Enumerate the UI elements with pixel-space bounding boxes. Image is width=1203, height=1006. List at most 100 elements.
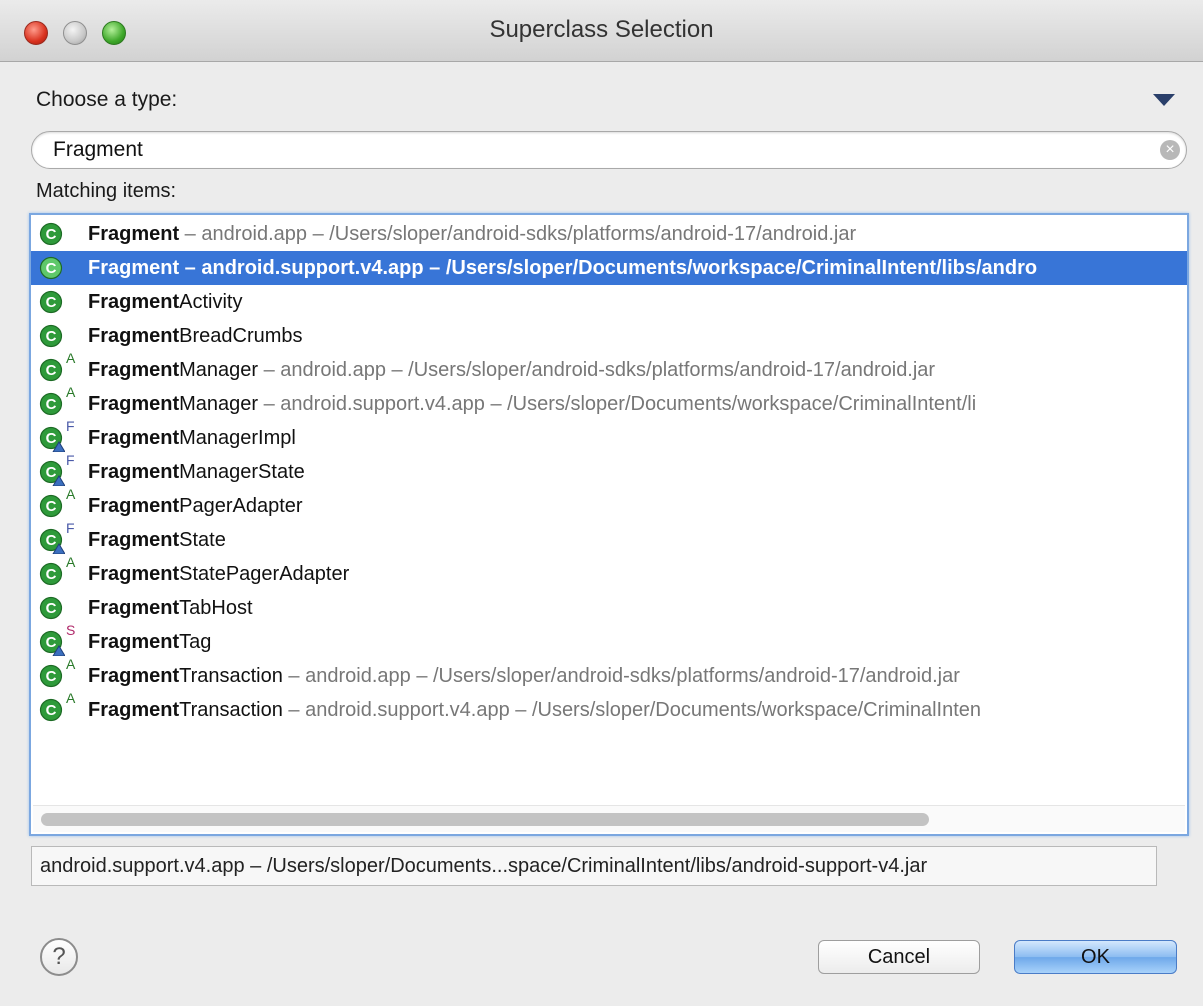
type-name-rest: State <box>179 529 226 551</box>
type-name: Fragment – android.app – /Users/sloper/a… <box>88 217 856 251</box>
svg-text:C: C <box>46 566 57 583</box>
type-list-item[interactable]: C A FragmentManager – android.support.v4.a… <box>31 387 1187 421</box>
type-list-item[interactable]: C Fragment – android.support.v4.app – /Us… <box>31 251 1187 285</box>
choose-type-label: Choose a type: <box>36 88 178 111</box>
type-list-item[interactable]: C FragmentTabHost <box>31 591 1187 625</box>
type-package-detail: – android.support.v4.app – /Users/sloper… <box>179 257 1038 279</box>
type-name-match: Fragment <box>88 699 180 721</box>
modifier-overlay-icon: A <box>66 557 76 570</box>
type-name: FragmentManager – android.support.v4.app… <box>88 387 976 421</box>
type-name-rest: ManagerState <box>179 461 305 483</box>
type-name: FragmentTabHost <box>88 591 253 625</box>
svg-text:C: C <box>46 226 57 243</box>
search-input-value[interactable]: Fragment <box>53 138 143 162</box>
type-list-item[interactable]: C A FragmentStatePagerAdapter <box>31 557 1187 591</box>
horizontal-scrollbar[interactable] <box>33 805 1185 832</box>
type-list-item[interactable]: C A FragmentManager – android.app – /Users… <box>31 353 1187 387</box>
type-package-detail: – android.support.v4.app – /Users/sloper… <box>258 393 977 415</box>
type-list-item[interactable]: C F FragmentManagerImpl <box>31 421 1187 455</box>
modifier-overlay-icon: A <box>66 693 76 706</box>
svg-text:C: C <box>46 260 57 277</box>
type-list-item[interactable]: C Fragment – android.app – /Users/sloper/… <box>31 217 1187 251</box>
modifier-overlay-icon: F <box>66 421 75 434</box>
type-name-rest: ManagerImpl <box>179 427 296 449</box>
type-name-rest: Manager <box>179 393 259 415</box>
type-name-match: Fragment <box>88 461 180 483</box>
type-name-rest: Transaction <box>179 699 283 721</box>
svg-text:C: C <box>46 498 57 515</box>
type-name-rest: Activity <box>179 291 243 313</box>
type-name-rest: StatePagerAdapter <box>179 563 350 585</box>
type-name-match: Fragment <box>88 495 180 517</box>
type-name-match: Fragment <box>88 427 180 449</box>
modifier-overlay-icon: A <box>66 353 76 366</box>
type-name: FragmentBreadCrumbs <box>88 319 303 353</box>
cancel-button[interactable]: Cancel <box>818 940 980 974</box>
type-package-detail: – android.app – /Users/sloper/android-sd… <box>179 223 857 245</box>
type-name-rest: Tag <box>179 631 212 653</box>
type-name-rest: BreadCrumbs <box>179 325 303 347</box>
type-list-item[interactable]: C FragmentBreadCrumbs <box>31 319 1187 353</box>
type-name-match: Fragment <box>88 359 180 381</box>
type-name: FragmentManagerState <box>88 455 305 489</box>
modifier-overlay-icon: F <box>66 523 75 536</box>
type-package-detail: – android.support.v4.app – /Users/sloper… <box>282 699 981 721</box>
type-list-item[interactable]: C FragmentActivity <box>31 285 1187 319</box>
help-button[interactable]: ? <box>40 938 78 976</box>
modifier-overlay-icon: S <box>66 625 76 638</box>
type-list-item[interactable]: C A FragmentPagerAdapter <box>31 489 1187 523</box>
type-name: Fragment – android.support.v4.app – /Use… <box>88 251 1037 285</box>
type-search-input[interactable]: Fragment × <box>31 131 1187 169</box>
window-title: Superclass Selection <box>489 16 714 43</box>
svg-text:C: C <box>46 668 57 685</box>
title-bar: Superclass Selection <box>0 0 1203 62</box>
modifier-overlay-icon: A <box>66 489 76 502</box>
svg-text:C: C <box>46 430 57 447</box>
type-name: FragmentTransaction – android.app – /Use… <box>88 659 960 693</box>
list-rows: C Fragment – android.app – /Users/sloper/… <box>31 217 1187 727</box>
modifier-overlay-icon: A <box>66 659 76 672</box>
type-name-match: Fragment <box>88 665 180 687</box>
modifier-overlay-icon: A <box>66 387 76 400</box>
svg-text:C: C <box>46 362 57 379</box>
svg-text:C: C <box>46 532 57 549</box>
type-name-match: Fragment <box>88 529 180 551</box>
type-name: FragmentManager – android.app – /Users/s… <box>88 353 935 387</box>
svg-text:C: C <box>46 702 57 719</box>
type-name-rest: Manager <box>179 359 259 381</box>
type-name-match: Fragment <box>88 393 180 415</box>
svg-text:C: C <box>46 294 57 311</box>
type-name-rest: TabHost <box>179 597 253 619</box>
type-list-item[interactable]: C A FragmentTransaction – android.support.… <box>31 693 1187 727</box>
svg-text:C: C <box>46 600 57 617</box>
matching-items-list[interactable]: C Fragment – android.app – /Users/sloper/… <box>29 213 1189 836</box>
type-list-item[interactable]: C F FragmentManagerState <box>31 455 1187 489</box>
type-list-item[interactable]: C F FragmentState <box>31 523 1187 557</box>
svg-text:C: C <box>46 328 57 345</box>
horizontal-scrollbar-thumb[interactable] <box>41 813 929 826</box>
svg-text:C: C <box>46 634 57 651</box>
selected-item-location: android.support.v4.app – /Users/sloper/D… <box>31 846 1157 886</box>
svg-text:C: C <box>46 396 57 413</box>
type-name: FragmentTag <box>88 625 211 659</box>
type-name: FragmentStatePagerAdapter <box>88 557 349 591</box>
matching-items-label: Matching items: <box>36 180 177 202</box>
view-menu-arrow-icon[interactable] <box>1153 94 1175 106</box>
clear-search-icon[interactable]: × <box>1160 140 1180 160</box>
type-name-match: Fragment <box>88 325 180 347</box>
type-name-rest: PagerAdapter <box>179 495 303 517</box>
svg-text:C: C <box>46 464 57 481</box>
type-name: FragmentState <box>88 523 226 557</box>
type-list-item[interactable]: C S FragmentTag <box>31 625 1187 659</box>
type-name: FragmentActivity <box>88 285 242 319</box>
modifier-overlay-icon: F <box>66 455 75 468</box>
type-list-item[interactable]: C A FragmentTransaction – android.app – /U… <box>31 659 1187 693</box>
type-name-match: Fragment <box>88 563 180 585</box>
type-name-match: Fragment <box>88 223 180 245</box>
ok-button[interactable]: OK <box>1014 940 1177 974</box>
type-package-detail: – android.app – /Users/sloper/android-sd… <box>282 665 960 687</box>
type-name-match: Fragment <box>88 631 180 653</box>
type-name: FragmentTransaction – android.support.v4… <box>88 693 981 727</box>
type-name: FragmentManagerImpl <box>88 421 296 455</box>
type-name: FragmentPagerAdapter <box>88 489 303 523</box>
